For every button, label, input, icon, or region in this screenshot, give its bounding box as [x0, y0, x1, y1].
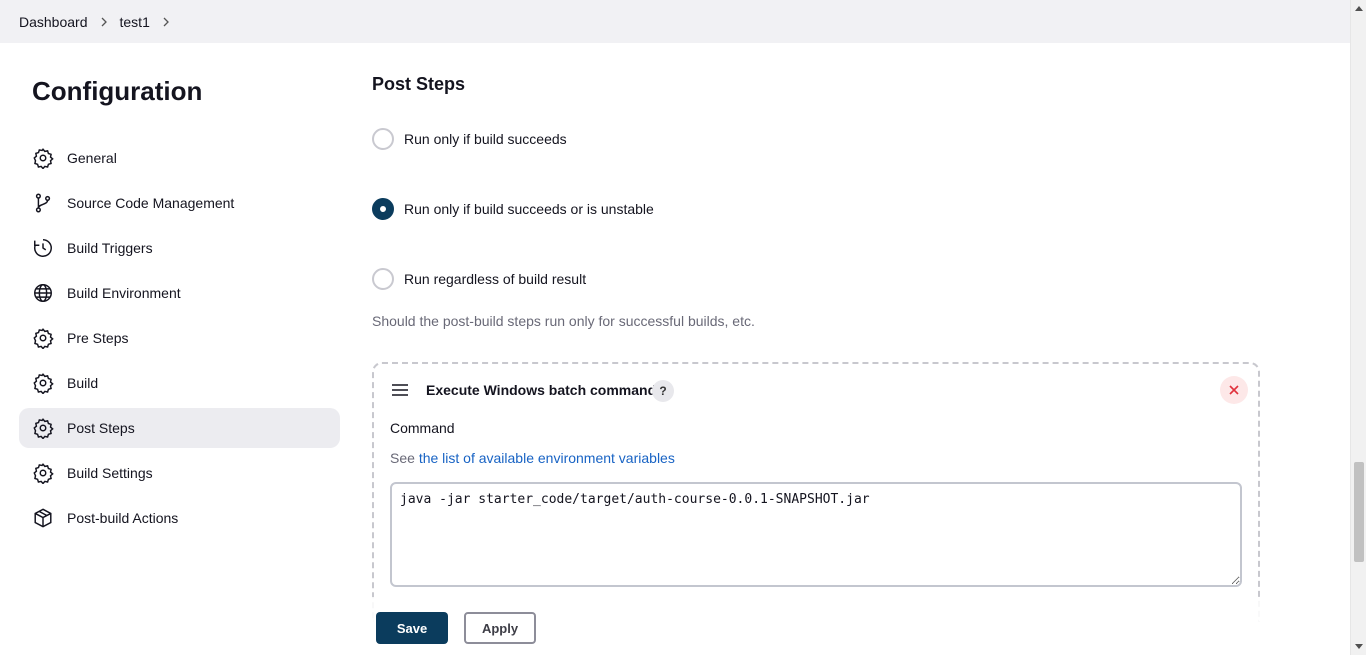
drag-handle-icon[interactable]	[391, 382, 409, 398]
sidebar-item-post-steps[interactable]: Post Steps	[19, 408, 340, 448]
sidebar-item-build-settings[interactable]: Build Settings	[19, 453, 340, 493]
sidebar-item-build[interactable]: Build	[19, 363, 340, 403]
gear-icon	[32, 417, 54, 439]
chevron-right-icon[interactable]	[150, 17, 182, 27]
globe-icon	[32, 282, 54, 304]
sidebar-item-label: Build Settings	[67, 465, 153, 481]
radio-label: Run only if build succeeds or is unstabl…	[404, 201, 654, 217]
breadcrumb-dashboard[interactable]: Dashboard	[19, 14, 88, 30]
build-step-title: Execute Windows batch command	[426, 382, 657, 398]
sidebar-item-label: Build	[67, 375, 99, 391]
sidebar-item-label: Post-build Actions	[67, 510, 179, 526]
breadcrumb: Dashboard test1	[0, 0, 1350, 43]
radio-run-if-succeeds-or-unstable[interactable]: Run only if build succeeds or is unstabl…	[372, 198, 654, 220]
sidebar-item-label: Source Code Management	[67, 195, 235, 211]
chevron-right-icon	[88, 17, 120, 27]
sidebar-item-general[interactable]: General	[19, 138, 340, 178]
sidebar-item-build-environment[interactable]: Build Environment	[19, 273, 340, 313]
radio-run-regardless[interactable]: Run regardless of build result	[372, 268, 586, 290]
sidebar-item-label: Build Environment	[67, 285, 181, 301]
description-prefix: See	[390, 450, 419, 466]
sidebar-nav: General Source Code Management Build Tri…	[19, 138, 340, 543]
sidebar-item-label: Build Triggers	[67, 240, 153, 256]
build-step-card: Execute Windows batch command ? Command …	[372, 362, 1260, 622]
section-title: Post Steps	[372, 74, 466, 94]
branch-icon	[32, 192, 54, 214]
radio-button[interactable]	[372, 268, 394, 290]
save-button[interactable]: Save	[376, 612, 448, 644]
apply-button[interactable]: Apply	[464, 612, 536, 644]
package-icon	[32, 507, 54, 529]
scroll-up-arrow-icon[interactable]	[1351, 0, 1366, 16]
command-label: Command	[390, 420, 455, 436]
radio-run-if-succeeds[interactable]: Run only if build succeeds	[372, 128, 567, 150]
post-steps-help-text: Should the post-build steps run only for…	[372, 313, 755, 329]
gear-icon	[32, 327, 54, 349]
radio-label: Run regardless of build result	[404, 271, 587, 287]
help-icon[interactable]: ?	[652, 380, 674, 402]
sidebar-item-pre-steps[interactable]: Pre Steps	[19, 318, 340, 358]
command-textarea[interactable]: java -jar starter_code/target/auth-cours…	[390, 482, 1242, 587]
sidebar-item-label: General	[67, 150, 117, 166]
page-scrollbar[interactable]	[1350, 0, 1366, 655]
command-description: See the list of available environment va…	[390, 450, 675, 466]
breadcrumb-test1[interactable]: test1	[120, 14, 150, 30]
radio-label: Run only if build succeeds	[404, 131, 567, 147]
sidebar-item-build-triggers[interactable]: Build Triggers	[19, 228, 340, 268]
gear-icon	[32, 147, 54, 169]
close-icon[interactable]	[1220, 376, 1248, 404]
gear-icon	[32, 462, 54, 484]
sidebar-item-label: Post Steps	[67, 420, 135, 436]
sidebar-item-source-code-management[interactable]: Source Code Management	[19, 183, 340, 223]
env-variables-link[interactable]: the list of available environment variab…	[419, 450, 675, 466]
radio-button[interactable]	[372, 198, 394, 220]
sidebar-item-post-build-actions[interactable]: Post-build Actions	[19, 498, 340, 538]
sidebar-item-label: Pre Steps	[67, 330, 129, 346]
gear-icon	[32, 372, 54, 394]
page-title: Configuration	[32, 76, 203, 106]
radio-button[interactable]	[372, 128, 394, 150]
scroll-down-arrow-icon[interactable]	[1351, 639, 1366, 655]
scroll-thumb[interactable]	[1354, 462, 1364, 562]
clock-icon	[32, 237, 54, 259]
